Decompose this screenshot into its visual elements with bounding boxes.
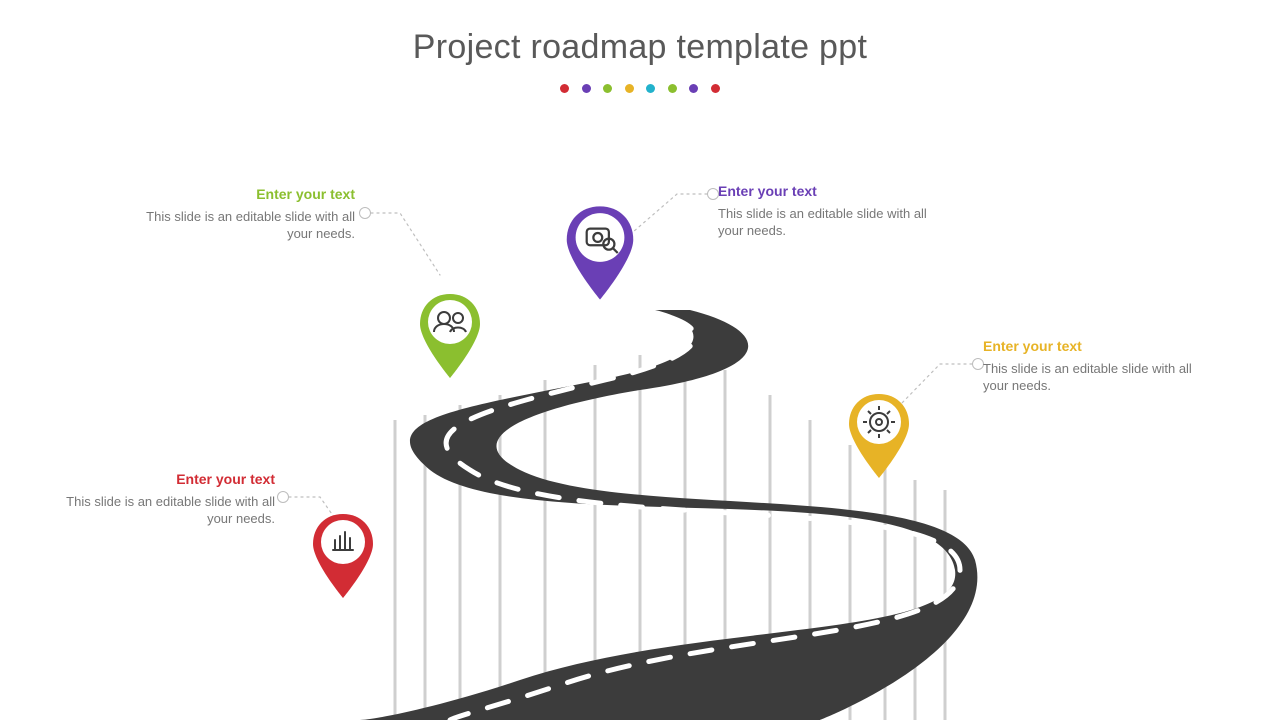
callout-title: Enter your text xyxy=(55,470,275,489)
callout-yellow: Enter your text This slide is an editabl… xyxy=(983,337,1203,395)
leader-endpoint xyxy=(359,207,371,219)
slide-stage: Project roadmap template ppt xyxy=(0,0,1280,720)
leader-endpoint xyxy=(277,491,289,503)
callout-body: This slide is an editable slide with all… xyxy=(983,360,1203,395)
callout-purple: Enter your text This slide is an editabl… xyxy=(718,182,938,240)
map-pin-red xyxy=(307,510,379,602)
callout-green: Enter your text This slide is an editabl… xyxy=(135,185,355,243)
callout-title: Enter your text xyxy=(718,182,938,201)
map-pin-yellow xyxy=(843,390,915,482)
callout-title: Enter your text xyxy=(135,185,355,204)
callout-title: Enter your text xyxy=(983,337,1203,356)
map-pin-green xyxy=(414,290,486,382)
callout-body: This slide is an editable slide with all… xyxy=(135,208,355,243)
callout-body: This slide is an editable slide with all… xyxy=(718,205,938,240)
callout-red: Enter your text This slide is an editabl… xyxy=(55,470,275,528)
callout-body: This slide is an editable slide with all… xyxy=(55,493,275,528)
map-pin-purple xyxy=(560,202,640,304)
